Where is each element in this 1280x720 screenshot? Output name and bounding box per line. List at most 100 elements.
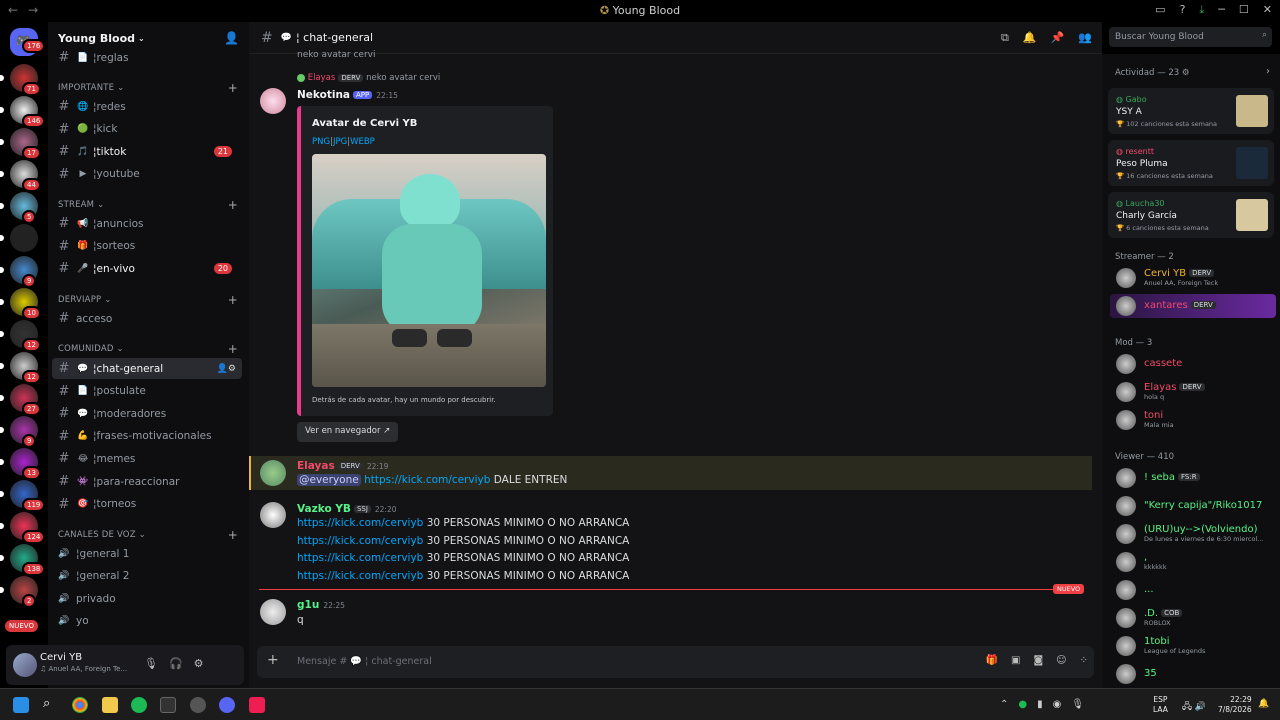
microphone-icon[interactable]: 🎙: [144, 657, 158, 670]
sticker-icon[interactable]: ◙: [1033, 655, 1043, 666]
category-header[interactable]: COMUNIDAD ⌄ +: [58, 342, 238, 356]
channel-en-vivo[interactable]: # 🎤 ¦ en-vivo 20: [52, 258, 242, 279]
member-item[interactable]: .D. COB ROBLOX: [1110, 606, 1276, 630]
channel-torneos[interactable]: # 🎯 ¦ torneos: [52, 494, 242, 515]
channel-memes[interactable]: # 😂 ¦ memes: [52, 448, 242, 469]
channel-general-1[interactable]: 🔊 ¦ general 1: [52, 543, 242, 564]
channel-moderadores[interactable]: # 💬 ¦ moderadores: [52, 403, 242, 424]
capcut-icon[interactable]: [160, 697, 176, 713]
channel-anuncios[interactable]: # 📢 ¦ anuncios: [52, 213, 242, 234]
chrome-icon[interactable]: [72, 697, 88, 713]
channel-tiktok[interactable]: # 🎵 ¦ tiktok 21: [52, 141, 242, 162]
avatar[interactable]: [260, 502, 286, 528]
gift-icon[interactable]: 🎁: [986, 655, 998, 666]
channel-privado[interactable]: 🔊 privado: [52, 588, 242, 609]
message-composer[interactable]: + Mensaje # 💬 ¦ chat-general 🎁 ▣ ◙ ☺ ⁘: [257, 646, 1094, 678]
tiktok-icon[interactable]: [249, 697, 265, 713]
channel-sorteos[interactable]: # 🎁 ¦ sorteos: [52, 236, 242, 257]
spotify-icon[interactable]: [131, 697, 147, 713]
download-icon[interactable]: ⤓: [1199, 3, 1204, 17]
help-icon[interactable]: ?: [1180, 3, 1186, 17]
channel-settings-icon[interactable]: 👤⚙: [217, 364, 236, 374]
activity-card[interactable]: ◍ Gabo YSY A 🏆 102 canciones esta semana: [1108, 88, 1274, 134]
member-item[interactable]: ! seba FS:R: [1110, 466, 1276, 490]
member-item[interactable]: cassete: [1110, 352, 1276, 376]
tray-spotify-icon[interactable]: ●: [1018, 699, 1027, 710]
category-header[interactable]: STREAM ⌄ +: [58, 198, 238, 212]
member-item[interactable]: "Kerry capija"/Riko1017: [1110, 494, 1276, 518]
add-channel-icon[interactable]: +: [228, 293, 238, 307]
channel-chat-general[interactable]: # 💬 ¦ chat-general 👤⚙: [52, 358, 242, 379]
member-item[interactable]: , kkkkkk: [1110, 550, 1276, 574]
kick-link[interactable]: https://kick.com/cerviyb: [297, 535, 423, 547]
kick-link[interactable]: https://kick.com/cerviyb: [297, 517, 423, 529]
tray-arrow-icon[interactable]: ⌃: [1000, 699, 1008, 710]
category-header[interactable]: DERVIAPP ⌄ +: [58, 293, 238, 307]
channel-youtube[interactable]: # ▶ ¦ youtube: [52, 164, 242, 185]
new-messages-pill[interactable]: NUEVO: [5, 620, 38, 632]
member-item[interactable]: Cervi YB DERV Anuel AA, Foreign Teck: [1110, 266, 1276, 290]
avatar[interactable]: [260, 599, 286, 625]
add-channel-icon[interactable]: +: [228, 198, 238, 212]
language-indicator[interactable]: ESP LAA: [1153, 695, 1168, 715]
member-item[interactable]: toni Mala mia: [1110, 408, 1276, 432]
close-icon[interactable]: ✕: [1263, 3, 1272, 17]
inbox-icon[interactable]: ▭: [1155, 3, 1165, 17]
reply-preview[interactable]: Elayas DERV neko avatar cervi: [297, 73, 1150, 83]
channel-acceso[interactable]: # acceso: [52, 308, 242, 329]
avatar[interactable]: [260, 460, 286, 486]
members-icon[interactable]: 👥: [1078, 31, 1092, 45]
kick-link[interactable]: https://kick.com/cerviyb: [364, 474, 490, 486]
member-item[interactable]: 35: [1110, 662, 1276, 686]
jpg-link[interactable]: JPG: [333, 137, 347, 147]
activity-card[interactable]: ◍ Laucha30 Charly García 🏆 6 canciones est…: [1108, 192, 1274, 238]
add-channel-icon[interactable]: +: [228, 342, 238, 356]
channel-frases-motivacionales[interactable]: # 💪 ¦ frases-motivacionales: [52, 426, 242, 447]
file-explorer-icon[interactable]: [102, 697, 118, 713]
bell-icon[interactable]: 🔔: [1023, 31, 1037, 45]
channel-yo[interactable]: 🔊 yo: [52, 611, 242, 632]
category-header[interactable]: Canales de voz ⌄ +: [58, 528, 238, 542]
add-attachment-icon[interactable]: +: [267, 652, 279, 668]
activity-card[interactable]: ◍ resentt Peso Pluma 🏆 16 canciones esta s…: [1108, 140, 1274, 186]
channel-kick[interactable]: # 🟢 ¦ kick: [52, 119, 242, 140]
gear-icon[interactable]: ⚙: [194, 657, 204, 670]
add-channel-icon[interactable]: +: [228, 81, 238, 95]
add-channel-icon[interactable]: +: [228, 528, 238, 542]
channel-para-reaccionar[interactable]: # 👾 ¦ para-reaccionar: [52, 471, 242, 492]
invite-icon[interactable]: 👤: [224, 31, 239, 45]
obs-icon[interactable]: [190, 697, 206, 713]
apps-icon[interactable]: ⁘: [1080, 655, 1088, 666]
discord-icon[interactable]: [219, 697, 235, 713]
chevron-right-icon[interactable]: ›: [1266, 66, 1270, 77]
member-item[interactable]: ...: [1110, 578, 1276, 602]
windows-start-icon[interactable]: [13, 697, 29, 713]
kick-link[interactable]: https://kick.com/cerviyb: [297, 570, 423, 582]
channel-reglas[interactable]: # 📄 ¦ reglas: [52, 47, 242, 68]
tray-battery-icon[interactable]: ▮: [1037, 699, 1043, 710]
kick-link[interactable]: https://kick.com/cerviyb: [297, 552, 423, 564]
webp-link[interactable]: WEBP: [350, 137, 375, 147]
search-icon[interactable]: ⌕: [43, 697, 59, 713]
tray-mic-icon[interactable]: 🎙: [1071, 699, 1084, 710]
search-input[interactable]: Buscar Young Blood ⌕: [1109, 27, 1272, 47]
channel-redes[interactable]: # 🌐 ¦ redes: [52, 96, 242, 117]
member-item[interactable]: (URU)uy-->(Volviendo) De lunes a viernes …: [1110, 522, 1276, 546]
everyone-mention[interactable]: @everyone: [297, 474, 361, 486]
network-icon[interactable]: 🖧 🔊: [1182, 699, 1206, 715]
tray-discord-icon[interactable]: ◉: [1053, 699, 1062, 710]
avatar-image[interactable]: [312, 154, 546, 387]
member-item[interactable]: Elayas DERV hola q: [1110, 380, 1276, 404]
pin-icon[interactable]: 📌: [1051, 31, 1065, 45]
headphones-icon[interactable]: 🎧: [169, 657, 183, 670]
minimize-icon[interactable]: ─: [1218, 3, 1225, 17]
clock[interactable]: 22:29 7/8/2026: [1218, 695, 1252, 715]
gif-icon[interactable]: ▣: [1011, 655, 1020, 666]
avatar[interactable]: [260, 88, 286, 114]
channel-general-2[interactable]: 🔊 ¦ general 2: [52, 566, 242, 587]
member-item[interactable]: xantares DERV: [1110, 294, 1276, 318]
threads-icon[interactable]: ⧉: [1001, 31, 1009, 45]
server-icon[interactable]: [10, 224, 38, 252]
category-header[interactable]: IMPORTANTE ⌄ +: [58, 81, 238, 95]
maximize-icon[interactable]: ☐: [1239, 3, 1249, 17]
